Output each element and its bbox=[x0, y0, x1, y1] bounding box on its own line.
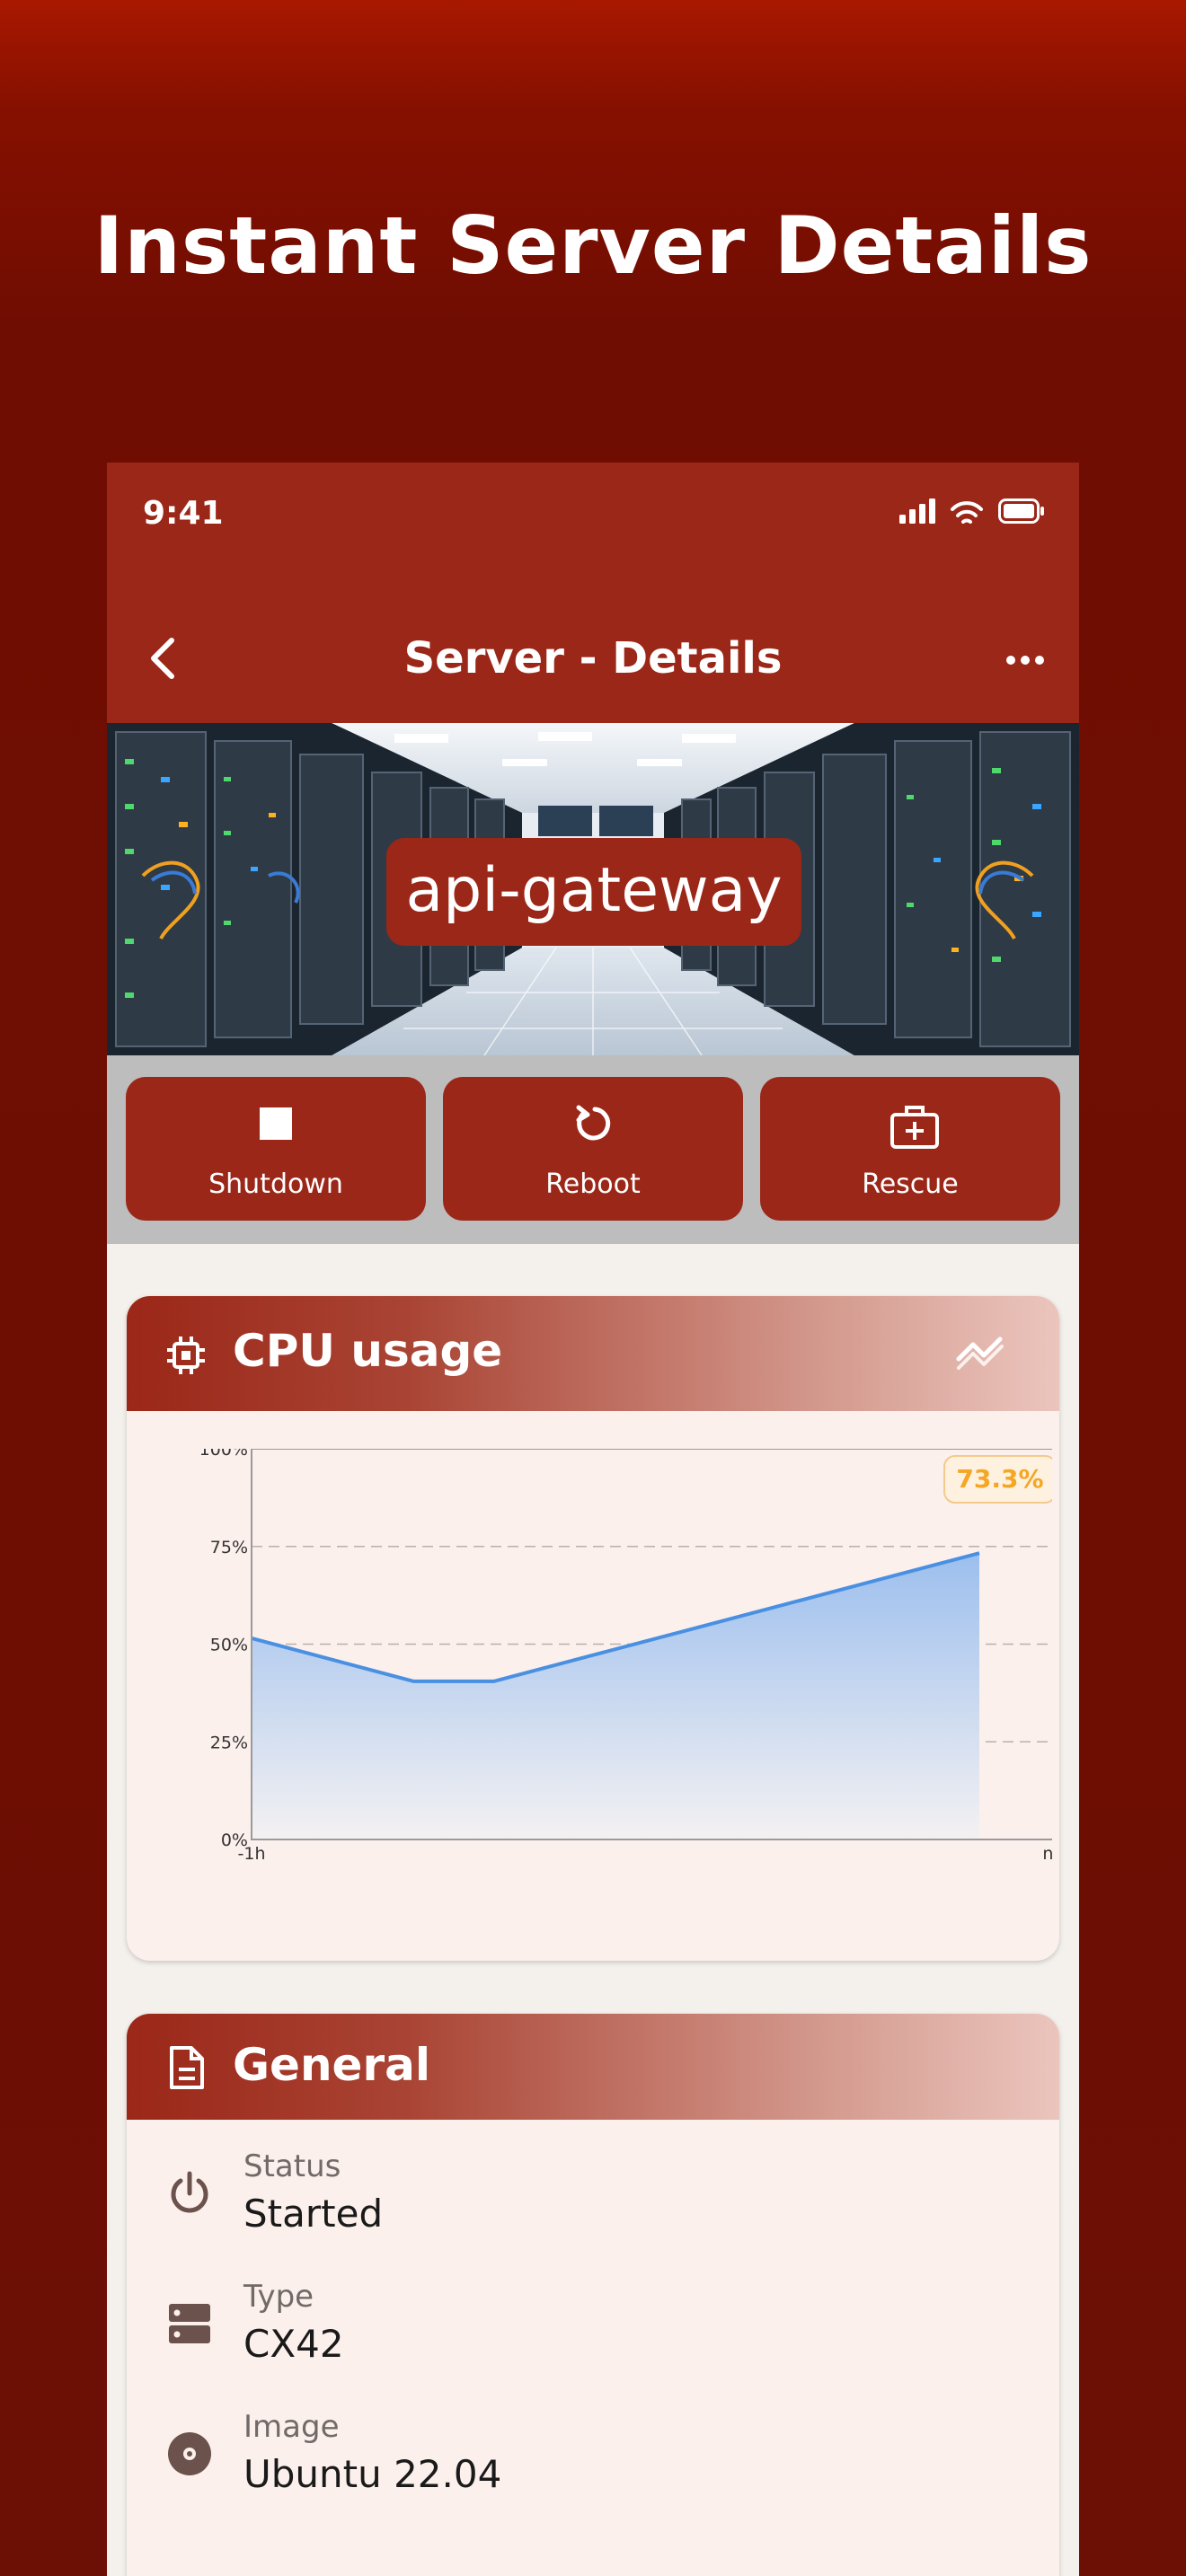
type-key: Type bbox=[243, 2279, 314, 2315]
y-tick-label: 75% bbox=[210, 1538, 248, 1557]
x-tick-label: -1h bbox=[238, 1844, 266, 1864]
cpu-card-title: CPU usage bbox=[233, 1325, 503, 1377]
general-row-status: Status Started bbox=[127, 2120, 1059, 2250]
shutdown-label: Shutdown bbox=[208, 1169, 343, 1200]
more-options-button[interactable] bbox=[998, 639, 1052, 682]
disc-icon bbox=[168, 2432, 211, 2475]
cpu-area bbox=[252, 1553, 979, 1839]
stop-icon bbox=[260, 1107, 292, 1140]
phone-screen: 9:41 Server - Details api-gateway Shutdo… bbox=[107, 463, 1079, 2576]
status-time: 9:41 bbox=[143, 495, 224, 532]
y-tick-label: 50% bbox=[210, 1636, 248, 1655]
image-key: Image bbox=[243, 2409, 340, 2445]
power-icon bbox=[171, 2171, 208, 2213]
page-title: Server - Details bbox=[403, 633, 783, 684]
cpu-usage-card: CPU usage 100%75%50%25%0% -1hnow 7 bbox=[127, 1296, 1059, 1961]
server-icon bbox=[169, 2304, 210, 2343]
action-bar: Shutdown Reboot Rescue bbox=[107, 1055, 1079, 1244]
rescue-button[interactable]: Rescue bbox=[760, 1077, 1060, 1221]
status-key: Status bbox=[243, 2148, 341, 2184]
general-row-type: Type CX42 bbox=[127, 2250, 1059, 2380]
signal-icon bbox=[899, 498, 935, 524]
rescue-label: Rescue bbox=[862, 1169, 959, 1200]
rescue-icon bbox=[890, 1106, 939, 1149]
server-hero-image: api-gateway bbox=[107, 723, 1079, 1055]
cpu-chart: 100%75%50%25%0% -1hnow 73.3% bbox=[163, 1440, 1059, 1898]
trend-icon[interactable] bbox=[955, 1330, 1005, 1370]
y-tick-label: 100% bbox=[199, 1449, 248, 1460]
y-tick-label: 25% bbox=[210, 1733, 248, 1752]
general-row-image: Image Ubuntu 22.04 bbox=[127, 2380, 1059, 2510]
wifi-icon bbox=[951, 501, 983, 524]
app-bar: 9:41 Server - Details bbox=[107, 463, 1079, 723]
document-icon bbox=[170, 2046, 204, 2089]
status-icons bbox=[899, 498, 1045, 524]
reboot-icon bbox=[576, 1105, 611, 1141]
promo-headline: Instant Server Details bbox=[93, 199, 1093, 292]
status-value: Started bbox=[243, 2192, 384, 2236]
battery-icon bbox=[998, 498, 1044, 524]
cpu-card-header: CPU usage bbox=[127, 1296, 1059, 1411]
image-value: Ubuntu 22.04 bbox=[243, 2452, 502, 2496]
cpu-chip-icon bbox=[167, 1337, 205, 1374]
shutdown-button[interactable]: Shutdown bbox=[126, 1077, 426, 1221]
type-value: CX42 bbox=[243, 2322, 344, 2366]
current-value-label: 73.3% bbox=[956, 1464, 1043, 1494]
general-card-header: General bbox=[127, 2014, 1059, 2120]
general-card-title: General bbox=[233, 2039, 430, 2091]
server-name-badge: api-gateway bbox=[386, 838, 801, 946]
reboot-button[interactable]: Reboot bbox=[443, 1077, 743, 1221]
cpu-chart-svg: 100%75%50%25%0% -1hnow 73.3% bbox=[199, 1440, 1059, 1864]
x-tick-label: now bbox=[1042, 1844, 1052, 1864]
reboot-label: Reboot bbox=[545, 1169, 641, 1200]
general-card: General Status Started Type CX42 Image U… bbox=[127, 2014, 1059, 2576]
